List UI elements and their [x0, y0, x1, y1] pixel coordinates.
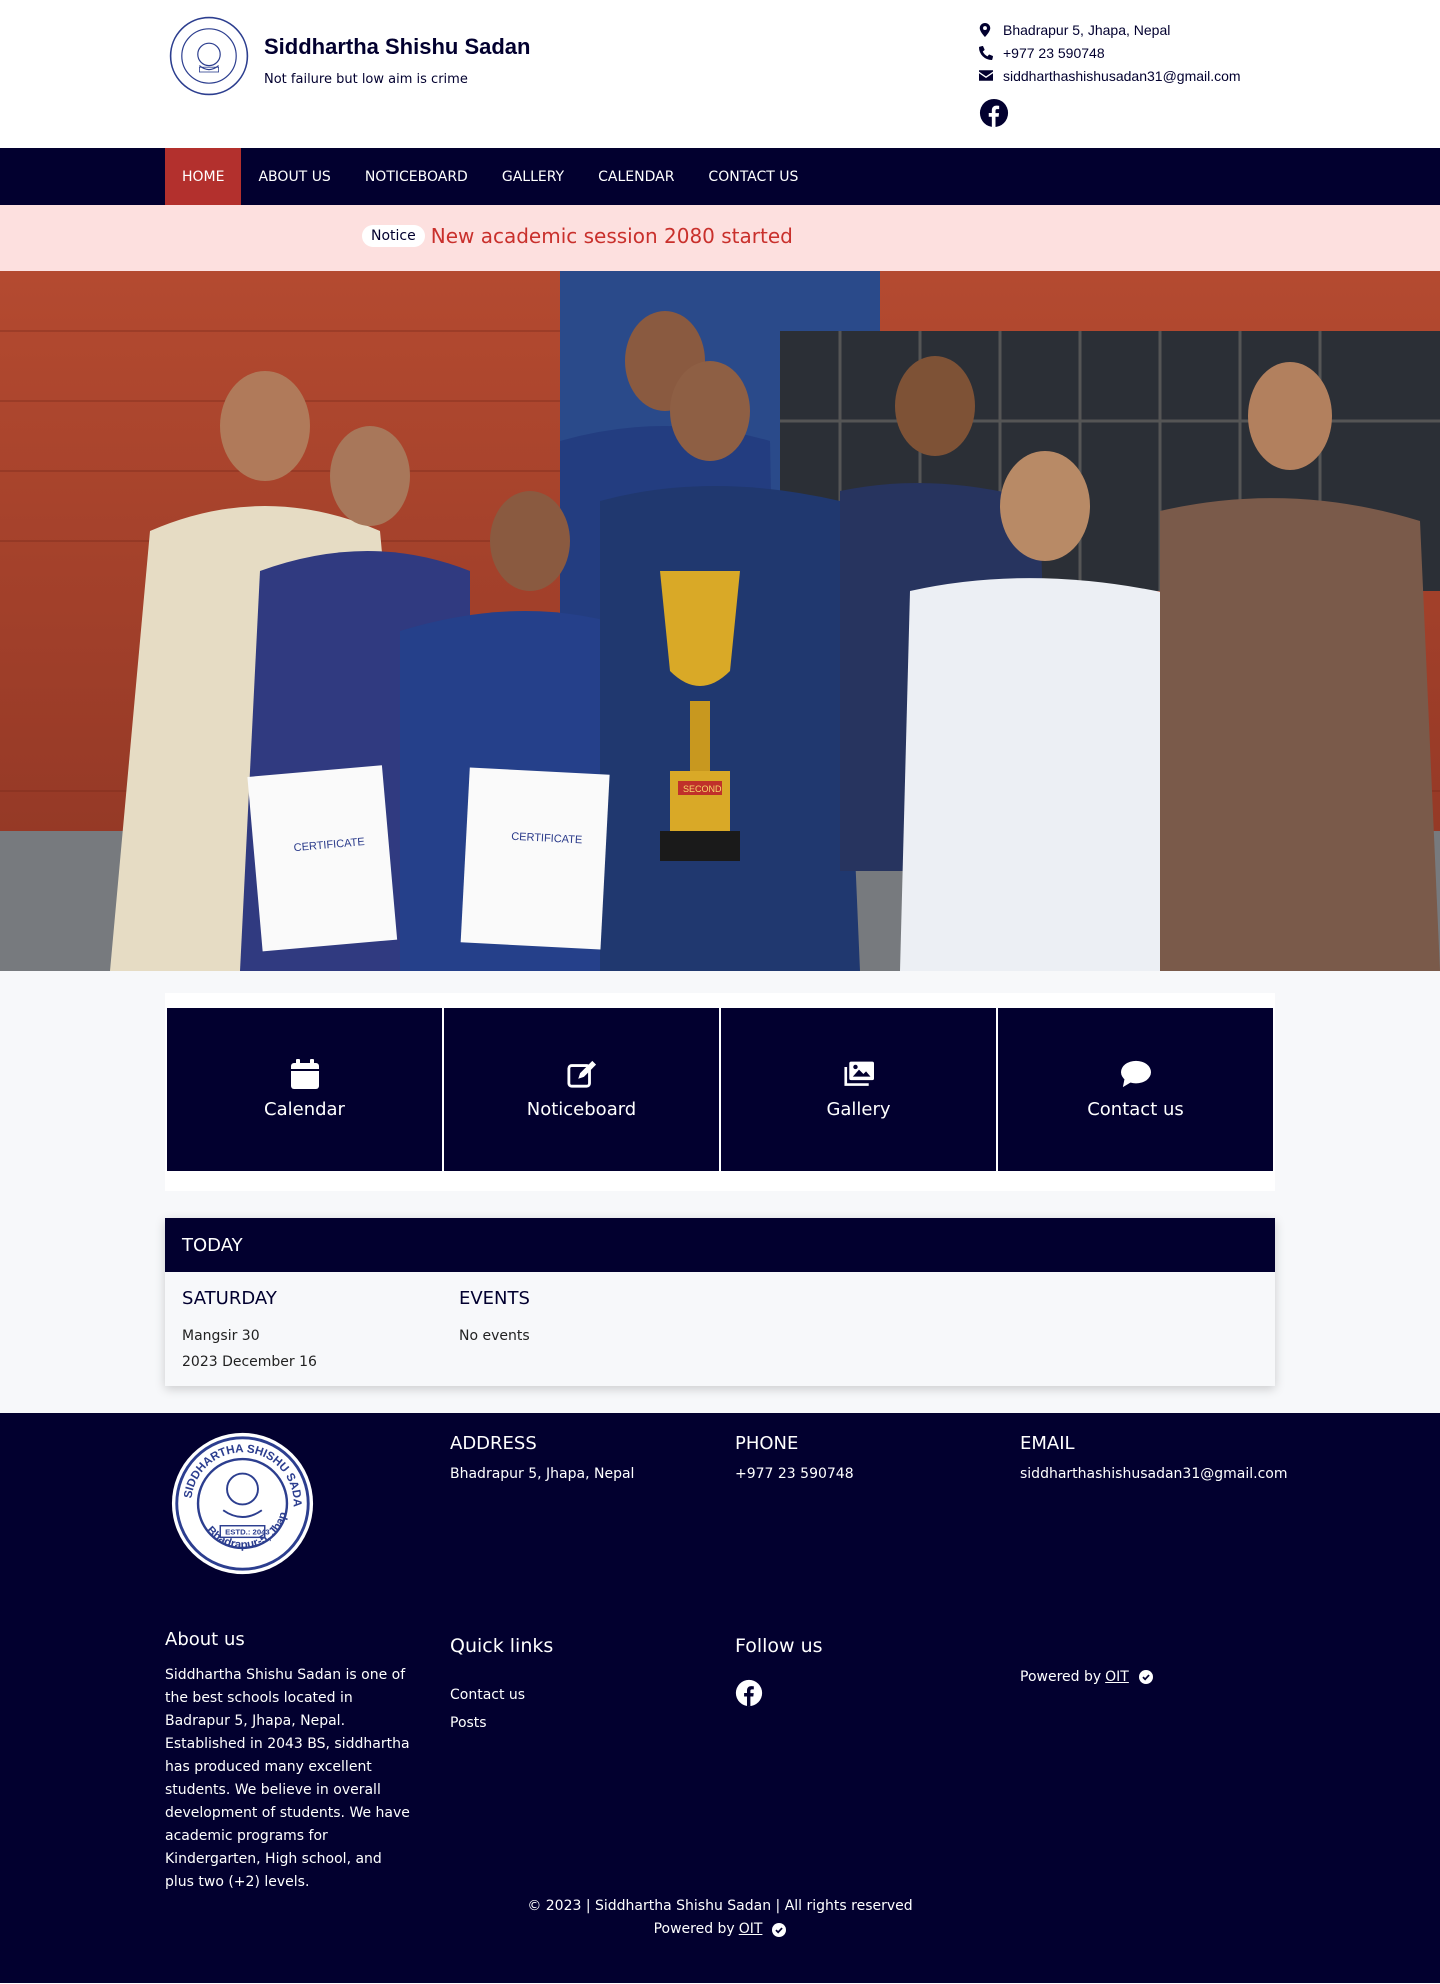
notice-text[interactable]: New academic session 2080 started: [431, 224, 793, 248]
tile-contact-us[interactable]: Contact us: [998, 1008, 1273, 1171]
footer-follow: Follow us: [735, 1635, 823, 1712]
today-date: SATURDAY Mangsir 30 2023 December 16: [182, 1288, 317, 1375]
facebook-icon[interactable]: [979, 98, 1009, 128]
tile-label: Contact us: [1087, 1099, 1184, 1120]
address-text: Bhadrapur 5, Jhapa, Nepal: [450, 1466, 635, 1482]
link-posts[interactable]: Posts: [450, 1715, 553, 1731]
header-phone[interactable]: +977 23 590748: [979, 41, 1241, 64]
phone-icon: [979, 45, 1003, 60]
svg-text:SECOND: SECOND: [683, 784, 722, 794]
follow-title: Follow us: [735, 1635, 823, 1657]
email-title: EMAIL: [1020, 1433, 1075, 1454]
notice-bar: Notice New academic session 2080 started: [0, 205, 1440, 271]
footer-address: ADDRESS Bhadrapur 5, Jhapa, Nepal: [450, 1433, 634, 1482]
nav-noticeboard[interactable]: NOTICEBOARD: [348, 148, 485, 205]
phone-text[interactable]: +977 23 590748: [735, 1466, 854, 1482]
quick-links-title: Quick links: [450, 1635, 554, 1657]
today-day: SATURDAY: [182, 1288, 277, 1309]
notice-badge: Notice: [362, 225, 425, 247]
certificate-left: CERTIFICATE: [247, 765, 398, 952]
copyright-text: © 2023 | Siddhartha Shishu Sadan | All r…: [527, 1898, 913, 1914]
tile-label: Noticeboard: [526, 1099, 637, 1120]
footer-phone: PHONE +977 23 590748: [735, 1433, 854, 1482]
comment-icon: [1120, 1060, 1151, 1088]
footer-powered-by: Powered by OIT: [1020, 1669, 1153, 1685]
facebook-icon[interactable]: [735, 1679, 763, 1707]
school-name[interactable]: Siddhartha Shishu Sadan: [264, 34, 530, 60]
tile-calendar[interactable]: Calendar: [167, 1008, 442, 1171]
nepali-date: Mangsir 30: [182, 1328, 260, 1344]
oit-link-bottom[interactable]: OIT: [739, 1918, 763, 1941]
nav-about-us[interactable]: ABOUT US: [241, 148, 347, 205]
events-title: EVENTS: [459, 1288, 530, 1309]
tagline: Not failure but low aim is crime: [264, 72, 468, 87]
nav-calendar[interactable]: CALENDAR: [581, 148, 691, 205]
events-text: No events: [459, 1328, 530, 1344]
tile-label: Gallery: [826, 1099, 891, 1120]
copyright: © 2023 | Siddhartha Shishu Sadan | All r…: [0, 1895, 1440, 1941]
calendar-icon: [290, 1059, 319, 1089]
hero-image: CERTIFICATE CERTIFICATE SECOND: [0, 271, 1440, 971]
check-circle-icon: [1138, 1670, 1153, 1684]
email-text[interactable]: siddharthashishusadan31@gmail.com: [1020, 1466, 1287, 1482]
footer-quick-links: Quick links Contact us Posts: [450, 1635, 553, 1731]
footer-about: About us Siddhartha Shishu Sadan is one …: [165, 1629, 415, 1894]
footer-contact: SIDDHARTHA SHISHU SADAN Bhadrapur-5, Jha…: [0, 1413, 1440, 1609]
header-email[interactable]: siddharthashishusadan31@gmail.com: [979, 64, 1241, 87]
nav-gallery[interactable]: GALLERY: [485, 148, 581, 205]
about-title: About us: [165, 1629, 245, 1650]
envelope-icon: [979, 70, 1003, 81]
images-icon: [843, 1061, 874, 1086]
site-header: Siddhartha Shishu Sadan Not failure but …: [0, 0, 1440, 148]
school-logo[interactable]: [169, 16, 249, 96]
header-contacts: Bhadrapur 5, Jhapa, Nepal +977 23 590748…: [979, 18, 1241, 87]
check-circle-icon: [772, 1922, 787, 1937]
brand: Siddhartha Shishu Sadan Not failure but …: [264, 34, 530, 87]
nav-home[interactable]: HOME: [165, 148, 242, 205]
nav-contact-us[interactable]: CONTACT US: [691, 148, 815, 205]
edit-icon: [566, 1060, 596, 1088]
footer-school-logo: SIDDHARTHA SHISHU SADAN Bhadrapur-5, Jha…: [170, 1431, 314, 1575]
header-address: Bhadrapur 5, Jhapa, Nepal: [979, 18, 1241, 41]
tile-label: Calendar: [264, 1099, 345, 1120]
svg-text:ESTD.: 2043: ESTD.: 2043: [225, 1527, 270, 1536]
today-panel: TODAY SATURDAY Mangsir 30 2023 December …: [165, 1218, 1275, 1386]
map-marker-icon: [979, 22, 1003, 37]
today-events: EVENTS No events: [459, 1288, 530, 1349]
oit-link[interactable]: OIT: [1105, 1669, 1129, 1685]
today-title: TODAY: [165, 1218, 1275, 1272]
certificate-right: CERTIFICATE: [460, 767, 610, 950]
phone-title: PHONE: [735, 1433, 799, 1454]
address-title: ADDRESS: [450, 1433, 537, 1454]
feature-tiles: Calendar Noticeboard Gallery Contact us: [165, 993, 1275, 1191]
main-nav: HOME ABOUT US NOTICEBOARD GALLERY CALEND…: [0, 148, 1440, 205]
footer-email: EMAIL siddharthashishusadan31@gmail.com: [1020, 1433, 1287, 1482]
tile-gallery[interactable]: Gallery: [721, 1008, 996, 1171]
content-section: Calendar Noticeboard Gallery Contact us …: [0, 971, 1440, 1413]
tile-noticeboard[interactable]: Noticeboard: [444, 1008, 719, 1171]
english-date: 2023 December 16: [182, 1354, 317, 1370]
footer-main: About us Siddhartha Shishu Sadan is one …: [0, 1609, 1440, 1983]
link-contact-us[interactable]: Contact us: [450, 1687, 553, 1703]
about-text: Siddhartha Shishu Sadan is one of the be…: [165, 1667, 410, 1890]
